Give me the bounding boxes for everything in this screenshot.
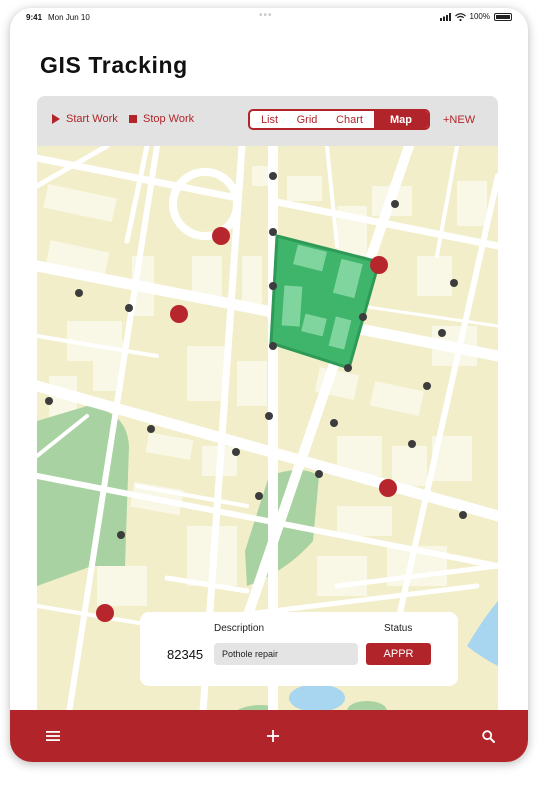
waypoint[interactable] [269, 172, 277, 180]
multitask-dots-icon[interactable]: ••• [259, 10, 273, 21]
waypoint[interactable] [147, 425, 155, 433]
waypoint[interactable] [255, 492, 263, 500]
waypoint[interactable] [459, 511, 467, 519]
waypoint[interactable] [75, 289, 83, 297]
tab-list[interactable]: List [250, 111, 289, 128]
description-header: Description [214, 623, 265, 634]
waypoint[interactable] [391, 200, 399, 208]
stop-work-label: Stop Work [143, 113, 195, 125]
waypoint[interactable] [269, 228, 277, 236]
incident-marker[interactable] [370, 256, 388, 274]
status-date: Mon Jun 10 [48, 13, 90, 22]
search-button[interactable] [476, 724, 500, 748]
selected-item-panel: Description Status 82345 Pothole repair … [140, 612, 458, 686]
waypoint[interactable] [269, 342, 277, 350]
search-icon [481, 729, 495, 743]
page-title: GIS Tracking [40, 52, 188, 78]
waypoint[interactable] [450, 279, 458, 287]
tablet-frame: 9:41 Mon Jun 10 ••• 100% GIS Tracking St… [10, 8, 528, 762]
incident-marker[interactable] [212, 227, 230, 245]
waypoint[interactable] [269, 282, 277, 290]
water-bottom [289, 684, 345, 712]
status-badge[interactable]: APPR [366, 643, 431, 665]
waypoint[interactable] [265, 412, 273, 420]
add-button[interactable] [261, 724, 285, 748]
item-id: 82345 [167, 647, 204, 662]
waypoint[interactable] [438, 329, 446, 337]
waypoint[interactable] [45, 397, 53, 405]
view-switcher: List Grid Chart Map [248, 109, 430, 130]
battery-percentage: 100% [469, 12, 490, 21]
waypoint[interactable] [315, 470, 323, 478]
play-icon [52, 114, 60, 124]
menu-button[interactable] [41, 724, 65, 748]
cellular-signal-icon [439, 12, 451, 21]
waypoint[interactable] [359, 313, 367, 321]
waypoint[interactable] [408, 440, 416, 448]
incident-marker[interactable] [170, 305, 188, 323]
waypoint[interactable] [117, 531, 125, 539]
tab-grid[interactable]: Grid [289, 111, 325, 128]
stop-work-button[interactable]: Stop Work [129, 113, 194, 125]
tracking-panel: Start Work Stop Work List Grid Chart Map… [37, 96, 498, 726]
status-bar: 9:41 Mon Jun 10 ••• 100% [10, 8, 528, 28]
tab-chart[interactable]: Chart [325, 111, 374, 128]
description-field[interactable]: Pothole repair [214, 643, 358, 665]
start-work-button[interactable]: Start Work [52, 113, 118, 125]
toolbar: Start Work Stop Work List Grid Chart Map… [37, 96, 498, 146]
new-button[interactable]: +NEW [443, 114, 475, 126]
waypoint[interactable] [330, 419, 338, 427]
waypoint[interactable] [423, 382, 431, 390]
battery-icon [494, 12, 512, 21]
incident-marker[interactable] [379, 479, 397, 497]
waypoint[interactable] [232, 448, 240, 456]
bottom-bar [10, 710, 528, 762]
add-icon [267, 730, 279, 742]
status-time: 9:41 [26, 13, 43, 22]
status-header: Status [384, 623, 413, 634]
waypoint[interactable] [125, 304, 133, 312]
status-indicators: 100% [439, 12, 512, 21]
tab-map[interactable]: Map [374, 111, 428, 128]
incident-marker[interactable] [96, 604, 114, 622]
wifi-icon [454, 12, 466, 21]
stop-icon [129, 115, 137, 123]
waypoint[interactable] [344, 364, 352, 372]
start-work-label: Start Work [66, 113, 118, 125]
menu-icon [46, 731, 60, 741]
